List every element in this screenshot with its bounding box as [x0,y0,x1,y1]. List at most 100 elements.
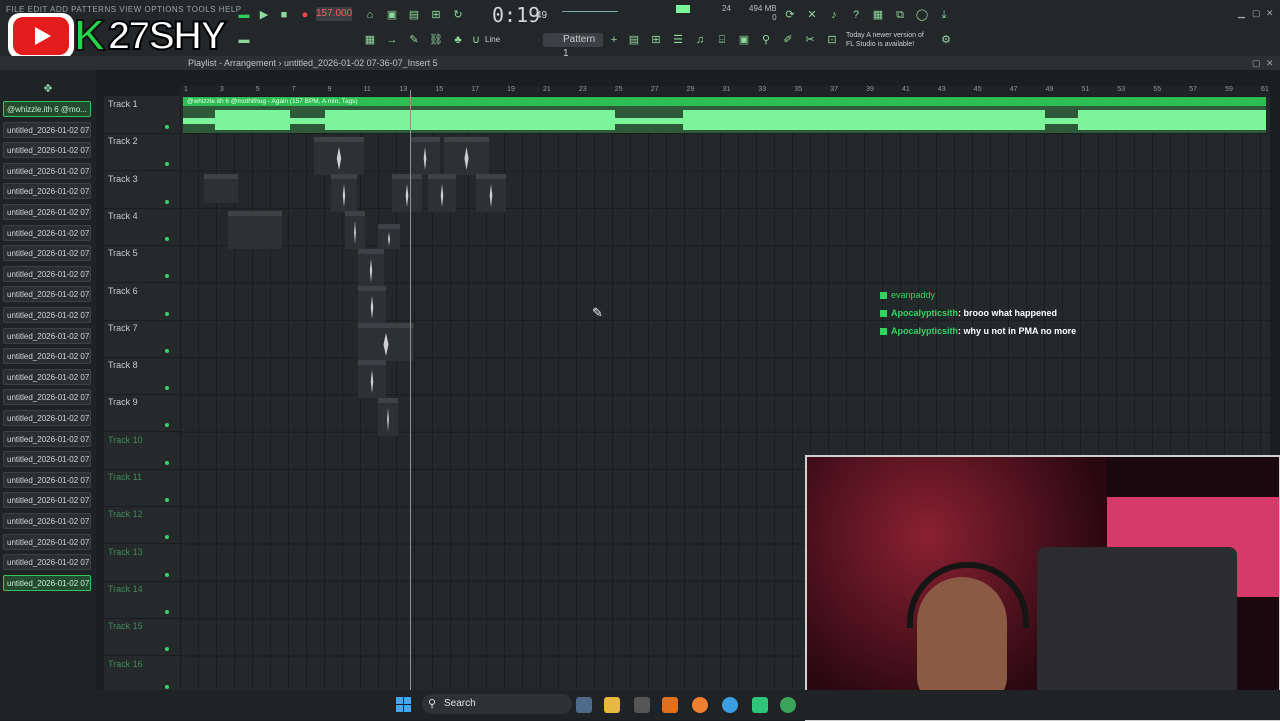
countdown-icon[interactable]: ▤ [406,8,422,22]
track-header[interactable]: Track 6 [104,283,180,321]
track-header[interactable]: Track 10 [104,432,180,470]
browser-clip-item[interactable]: untitled_2026-01-02 07-... [3,554,91,571]
browser-clip-item[interactable]: untitled_2026-01-02 07-... [3,265,91,282]
news-panel[interactable]: Today A newer version of FL Studio is ava… [846,31,936,49]
playlist-maximize-icon[interactable]: ▢ [1252,58,1261,69]
track-label[interactable]: Track 9 [108,397,138,407]
track-mute-led[interactable] [165,125,169,129]
save-icon[interactable]: ▦ [870,8,886,22]
windows-start-icon[interactable] [396,697,412,713]
track-header[interactable]: Track 2 [104,133,180,172]
update-icon[interactable]: ⚙ [938,33,954,47]
song-mode-icon[interactable]: ▬ [236,8,252,22]
track-mute-led[interactable] [165,684,169,689]
track-label[interactable]: Track 1 [108,99,138,109]
brush-icon[interactable]: ✐ [780,33,796,47]
magnet-icon[interactable]: ∪ [468,33,484,47]
xbox-icon[interactable] [780,697,796,713]
browser-clip-item[interactable]: untitled_2026-01-02 07-... [3,327,91,344]
audio-clip[interactable] [428,174,456,212]
mixer-icon[interactable]: ☰ [670,33,686,47]
track-label[interactable]: Track 6 [108,286,138,296]
track-header[interactable]: Track 12 [104,506,180,545]
browser-clip-item[interactable]: untitled_2026-01-02 07-... [3,513,91,529]
audio-clip[interactable] [228,211,282,249]
game-icon[interactable] [752,697,768,713]
playlist-close-icon[interactable]: ✕ [1266,58,1274,69]
chrome-icon[interactable] [722,697,738,713]
microphone-icon[interactable]: ♪ [826,8,842,22]
tempo-display[interactable]: 157.000 [316,7,352,21]
cut-icon[interactable]: ✂ [802,33,818,47]
audio-clip[interactable] [204,174,238,203]
playhead[interactable] [410,90,411,690]
plugin-icon[interactable]: ⧉ [892,8,908,22]
add-pattern-icon[interactable]: + [606,33,622,47]
track-header[interactable]: Track 4 [104,208,180,246]
track-mute-led[interactable] [165,498,169,502]
browser-move-icon[interactable]: ✥ [40,82,56,96]
track-header[interactable]: Track 5 [104,245,180,284]
track-header[interactable]: Track 9 [104,394,180,433]
audio-clip[interactable] [314,137,364,175]
app-icon[interactable] [662,697,678,713]
piano-roll-icon[interactable]: ▦ [362,33,378,47]
chat-icon[interactable]: ◯ [914,8,930,22]
track-label[interactable]: Track 16 [108,659,143,669]
stamp-icon[interactable]: ♣ [450,33,466,47]
track-mute-led[interactable] [165,311,169,316]
main-clip-label[interactable]: @whizzle.ith 6 @mothithug - Again (157 B… [183,97,1266,106]
browser-clip-item[interactable]: untitled_2026-01-02 07-... [3,162,91,179]
audio-clip[interactable] [392,174,422,212]
track-label[interactable]: Track 12 [108,509,143,519]
stop-button[interactable]: ■ [276,8,292,22]
timeline-ruler[interactable]: 1 3 5 7 9 11 13 15 17 19 21 23 25 27 29 31 33 35 37 39 41 43 4… [180,86,1270,96]
audio-clip[interactable] [476,174,506,212]
track-label[interactable]: Track 10 [108,435,143,445]
browser-clip-item[interactable]: @whizzle.ith 6 @mo... [3,101,91,117]
browser-clip-item[interactable]: untitled_2026-01-02 07-... [3,471,91,488]
step-edit-icon[interactable]: ⊞ [428,8,444,22]
download-icon[interactable]: ⤓ [936,8,952,22]
track-label[interactable]: Track 11 [108,472,142,482]
browser-clip-item[interactable]: untitled_2026-01-02 07-... [3,245,91,262]
track-label[interactable]: Track 14 [108,584,143,594]
loop-record-icon[interactable]: ↻ [450,8,466,22]
minimize-icon[interactable]: ▁ [1238,8,1245,19]
track-header[interactable]: Track 15 [104,618,180,657]
tools-icon[interactable]: ✕ [804,8,820,22]
browser-clip-item[interactable]: untitled_2026-01-02 07-... [3,451,91,468]
audio-clip[interactable] [331,174,357,212]
track-label[interactable]: Track 7 [108,323,138,333]
track-header[interactable]: Track 14 [104,581,180,619]
master-volume-slider[interactable] [562,11,618,12]
cart-icon[interactable]: ⊡ [824,33,840,47]
browser-clip-item[interactable]: untitled_2026-01-02 07-... [3,307,91,323]
track-header[interactable]: Track 3 [104,171,180,209]
steam-icon[interactable] [576,697,592,713]
track-header[interactable]: Track 11 [104,469,180,507]
browser-clip-item[interactable]: untitled_2026-01-02 07-... [3,368,91,385]
track-header[interactable]: Track 8 [104,357,180,396]
refresh-icon[interactable]: ⟳ [782,8,798,22]
play-button[interactable]: ▶ [256,8,272,22]
track-header[interactable]: Track 1 [104,96,180,134]
track-header[interactable]: Track 16 [104,656,180,694]
link-icon[interactable]: ⛓ [428,33,444,47]
playlist-title[interactable]: Playlist - Arrangement › untitled_2026-0… [188,58,438,68]
audio-clip[interactable] [358,249,384,287]
next-icon[interactable]: → [384,33,400,47]
track-mute-led[interactable] [165,386,169,391]
help-icon[interactable]: ? [848,8,864,22]
track-header[interactable]: Track 7 [104,320,180,358]
song-time[interactable]: 0:19 [492,3,540,27]
browser-clip-item[interactable]: untitled_2026-01-02 07-... [3,533,91,550]
close-icon[interactable]: ✕ [1266,8,1274,19]
track-mute-led[interactable] [165,348,169,353]
record-button[interactable]: ● [297,8,313,22]
channel-rack-icon[interactable]: ⊞ [648,33,664,47]
track-header[interactable]: Track 13 [104,544,180,582]
track-label[interactable]: Track 8 [108,360,138,370]
track-mute-led[interactable] [165,572,169,577]
audio-clip[interactable] [410,137,440,175]
